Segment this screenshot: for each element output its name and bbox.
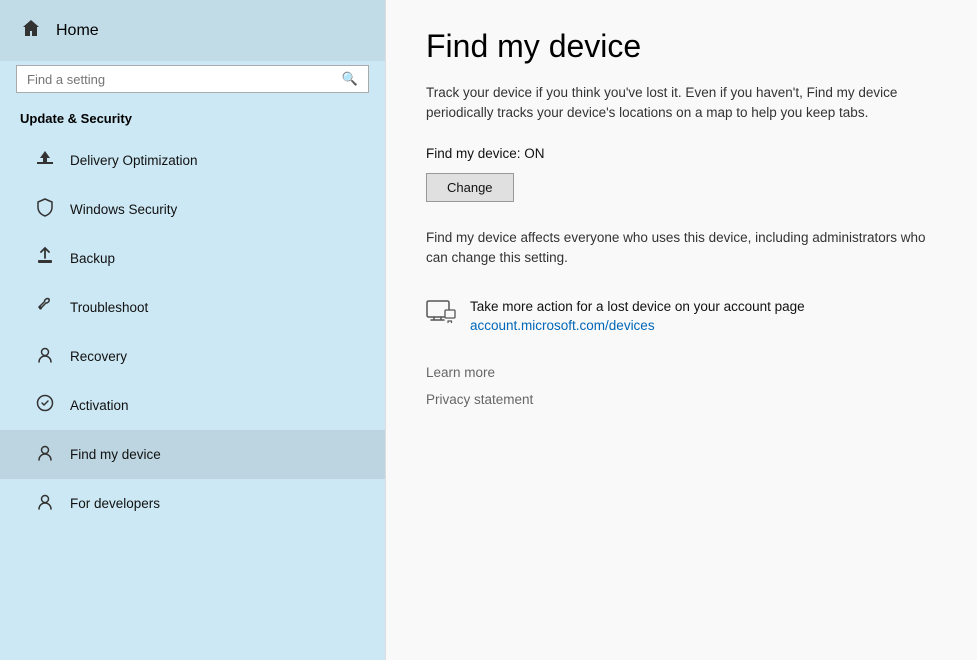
- sidebar-item-activation[interactable]: Activation: [0, 381, 385, 430]
- search-input[interactable]: [27, 72, 336, 87]
- sidebar-item-find-my-device[interactable]: Find my device: [0, 430, 385, 479]
- status-label: Find my device: ON: [426, 146, 937, 161]
- page-description: Track your device if you think you've lo…: [426, 83, 937, 124]
- sidebar-item-for-developers[interactable]: For developers: [0, 479, 385, 528]
- affects-text: Find my device affects everyone who uses…: [426, 228, 937, 269]
- main-content: Find my device Track your device if you …: [385, 0, 977, 660]
- sidebar-item-home[interactable]: Home: [0, 0, 385, 61]
- sidebar-item-windows-security-label: Windows Security: [70, 202, 177, 217]
- sidebar-item-recovery-label: Recovery: [70, 349, 127, 364]
- search-icon: 🔍: [342, 71, 358, 87]
- learn-more-link[interactable]: Learn more: [426, 365, 937, 380]
- sidebar-item-for-developers-label: For developers: [70, 496, 160, 511]
- backup-icon: [34, 246, 56, 271]
- recovery-icon: [34, 344, 56, 369]
- sidebar-item-activation-label: Activation: [70, 398, 129, 413]
- section-title: Update & Security: [0, 107, 385, 136]
- change-button[interactable]: Change: [426, 173, 514, 202]
- bottom-links: Learn more Privacy statement: [426, 365, 937, 407]
- sidebar-item-backup-label: Backup: [70, 251, 115, 266]
- for-developers-icon: [34, 491, 56, 516]
- home-icon: [20, 18, 42, 43]
- sidebar-item-troubleshoot[interactable]: Troubleshoot: [0, 283, 385, 332]
- sidebar-item-find-my-device-label: Find my device: [70, 447, 161, 462]
- sidebar-item-recovery[interactable]: Recovery: [0, 332, 385, 381]
- search-box[interactable]: 🔍: [16, 65, 369, 93]
- privacy-statement-link[interactable]: Privacy statement: [426, 392, 937, 407]
- account-devices-link[interactable]: account.microsoft.com/devices: [470, 318, 805, 333]
- activation-icon: [34, 393, 56, 418]
- home-label: Home: [56, 22, 99, 40]
- device-action-content: Take more action for a lost device on yo…: [470, 298, 805, 333]
- sidebar: Home 🔍 Update & Security Delivery Optimi…: [0, 0, 385, 660]
- sidebar-item-delivery-optimization[interactable]: Delivery Optimization: [0, 136, 385, 185]
- windows-security-icon: [34, 197, 56, 222]
- sidebar-item-backup[interactable]: Backup: [0, 234, 385, 283]
- sidebar-item-troubleshoot-label: Troubleshoot: [70, 300, 148, 315]
- page-title: Find my device: [426, 28, 937, 65]
- troubleshoot-icon: [34, 295, 56, 320]
- delivery-optimization-icon: [34, 148, 56, 173]
- device-action-text: Take more action for a lost device on yo…: [470, 299, 805, 314]
- sidebar-item-delivery-label: Delivery Optimization: [70, 153, 198, 168]
- device-screen-icon: [426, 300, 456, 332]
- find-my-device-icon: [34, 442, 56, 467]
- sidebar-item-windows-security[interactable]: Windows Security: [0, 185, 385, 234]
- device-action-section: Take more action for a lost device on yo…: [426, 298, 937, 333]
